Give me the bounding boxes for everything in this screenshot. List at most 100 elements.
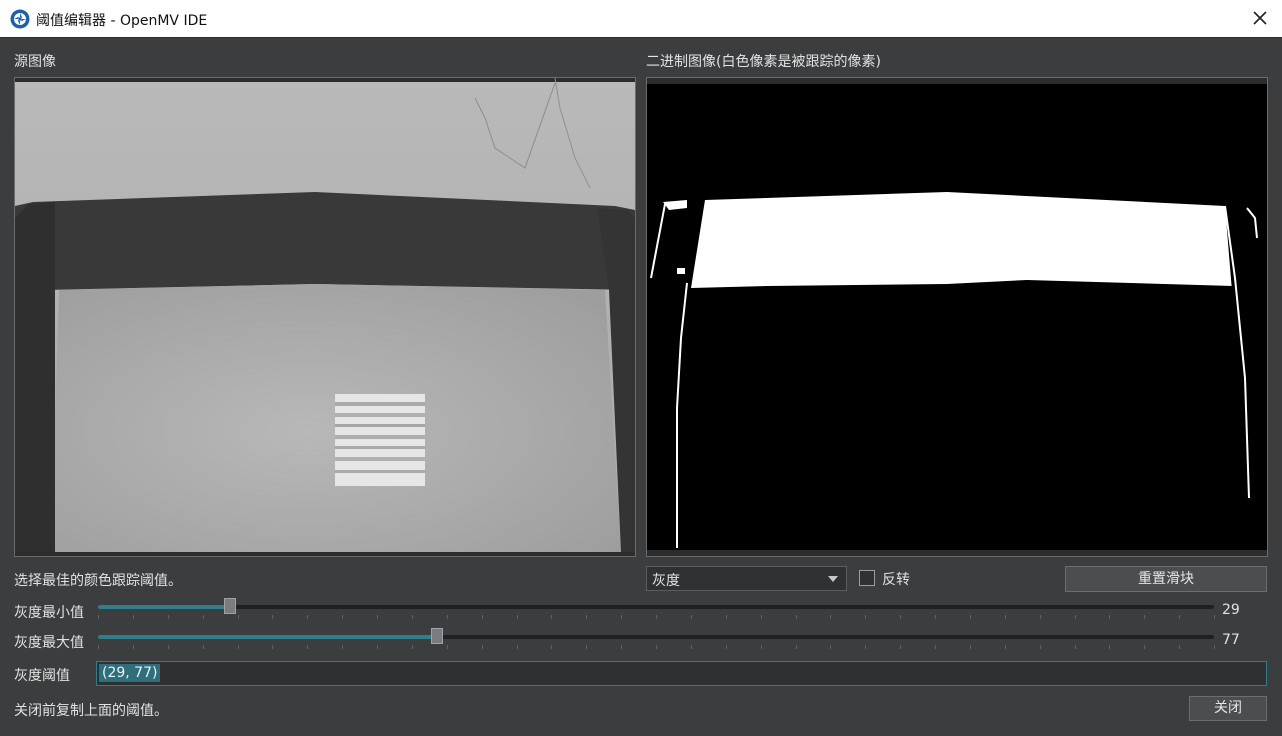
slider-tick [900, 645, 902, 649]
gray-max-label: 灰度最大值 [14, 635, 84, 651]
slider-tick [551, 615, 553, 619]
slider-tick [446, 615, 448, 619]
slider-tick [411, 645, 413, 649]
binary-image [647, 78, 1267, 556]
slider-tick [1074, 615, 1076, 619]
chevron-down-icon [828, 576, 838, 582]
slider-tick [760, 615, 762, 619]
slider-tick [586, 615, 588, 619]
slider-tick [1109, 645, 1111, 649]
slider-tick [795, 615, 797, 619]
slider-tick [830, 615, 832, 619]
slider-tick [1039, 615, 1041, 619]
slider-tick [98, 645, 99, 649]
source-image-label: 源图像 [14, 54, 56, 70]
slider-tick [98, 615, 99, 619]
slider-tick [1144, 615, 1146, 619]
slider-tick [725, 615, 727, 619]
slider-tick [1214, 615, 1215, 619]
slider-tick [969, 645, 971, 649]
gray-max-slider-ticks [98, 645, 1215, 649]
hint-text-top: 选择最佳的颜色跟踪阈值。 [14, 573, 182, 589]
slider-tick [1004, 615, 1006, 619]
gray-max-value: 77 [1222, 632, 1240, 648]
gray-min-value: 29 [1222, 602, 1240, 618]
slider-tick [272, 645, 274, 649]
slider-tick [1144, 645, 1146, 649]
title-bar: 阈值编辑器 - OpenMV IDE [0, 0, 1282, 38]
binary-image-frame [646, 77, 1268, 557]
slider-tick [865, 645, 867, 649]
slider-tick [621, 645, 623, 649]
slider-tick [1004, 645, 1006, 649]
slider-tick [551, 645, 553, 649]
mode-select-value: 灰度 [652, 573, 680, 589]
slider-tick [132, 615, 134, 619]
reset-sliders-button[interactable]: 重置滑块 [1065, 566, 1267, 592]
window-title: 阈值编辑器 - OpenMV IDE [36, 13, 208, 29]
threshold-field[interactable]: (29, 77) [96, 661, 1267, 686]
slider-tick [132, 645, 134, 649]
slider-tick [307, 645, 309, 649]
close-icon[interactable] [1250, 8, 1270, 28]
slider-tick [516, 645, 518, 649]
slider-tick [656, 645, 657, 649]
mode-select[interactable]: 灰度 [646, 566, 847, 591]
slider-tick [272, 615, 274, 619]
slider-tick [167, 615, 169, 619]
threshold-label: 灰度阈值 [14, 668, 70, 684]
slider-tick [656, 615, 657, 619]
invert-checkbox[interactable] [859, 570, 875, 586]
slider-tick [307, 615, 309, 619]
slider-tick [202, 615, 204, 619]
slider-tick [865, 615, 867, 619]
slider-tick [586, 645, 588, 649]
gray-max-slider-handle[interactable] [431, 628, 444, 644]
slider-tick [446, 645, 448, 649]
slider-tick [377, 645, 378, 649]
slider-tick [1179, 615, 1181, 619]
slider-tick [1214, 645, 1215, 649]
binary-image-label: 二进制图像(白色像素是被跟踪的像素) [646, 54, 881, 70]
slider-tick [935, 645, 936, 649]
slider-tick [725, 645, 727, 649]
slider-tick [237, 615, 239, 619]
slider-tick [1039, 645, 1041, 649]
hint-text-bottom: 关闭前复制上面的阈值。 [14, 703, 168, 719]
slider-tick [167, 645, 169, 649]
slider-tick [900, 615, 902, 619]
threshold-value[interactable]: (29, 77) [99, 664, 161, 682]
slider-tick [690, 615, 692, 619]
slider-tick [202, 645, 204, 649]
slider-tick [237, 645, 239, 649]
slider-tick [830, 645, 832, 649]
gray-min-slider-handle[interactable] [223, 598, 236, 614]
slider-tick [969, 615, 971, 619]
invert-checkbox-label: 反转 [882, 572, 910, 588]
slider-tick [621, 615, 623, 619]
gray-min-label: 灰度最小值 [14, 605, 84, 621]
gray-min-slider-ticks [98, 615, 1215, 619]
slider-tick [342, 645, 344, 649]
slider-tick [411, 615, 413, 619]
gray-max-slider[interactable] [98, 628, 1214, 644]
gray-min-slider-fill [98, 605, 230, 609]
slider-tick [795, 645, 797, 649]
slider-tick [760, 645, 762, 649]
slider-tick [377, 615, 378, 619]
source-image [15, 78, 635, 556]
slider-tick [481, 615, 483, 619]
slider-tick [1179, 645, 1181, 649]
slider-tick [1109, 615, 1111, 619]
openmv-logo-icon [10, 9, 30, 29]
gray-min-slider[interactable] [98, 598, 1214, 614]
close-button[interactable]: 关闭 [1189, 696, 1267, 721]
slider-tick [1074, 645, 1076, 649]
gray-max-slider-fill [98, 635, 438, 639]
slider-tick [935, 615, 936, 619]
slider-tick [342, 615, 344, 619]
slider-tick [516, 615, 518, 619]
source-image-frame [14, 77, 636, 557]
slider-tick [690, 645, 692, 649]
slider-tick [481, 645, 483, 649]
